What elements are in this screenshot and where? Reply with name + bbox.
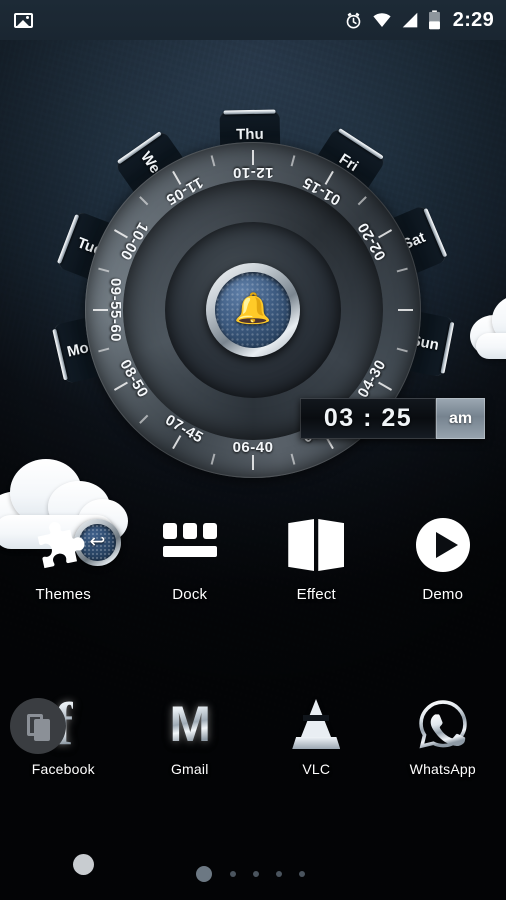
shortcut-effect[interactable]: Effect [253,512,380,603]
status-bar-right: 2:29 [344,9,494,32]
cloud-decoration-right [470,293,506,363]
page-dot[interactable] [299,871,305,877]
cell-signal-icon [402,12,418,27]
wifi-icon [373,13,391,28]
dial-mark-label: 12-10 [232,164,274,181]
page-dot[interactable] [253,871,259,877]
bell-button-face: 🔔 [215,272,291,348]
dock-app-label: VLC [302,761,331,777]
dock-app-whatsapp[interactable]: WhatsApp [380,693,506,777]
bell-icon: 🔔 [234,292,272,326]
shortcut-label: Demo [422,586,464,603]
alarm-time-panel[interactable]: 03 : 25 am [300,398,485,439]
status-bar-clock: 2:29 [452,8,494,31]
whatsapp-icon [408,693,478,755]
home-screen: 2:29 Mon Tue Wed Thu Fri Sat Sun 12-10 0… [0,0,506,900]
battery-icon [428,10,440,30]
effect-icon [281,512,351,578]
shortcut-themes[interactable]: Themes [0,512,127,603]
image-icon [14,12,33,28]
page-dot-active[interactable] [196,866,212,882]
dock-app-label: Gmail [170,761,209,777]
dock-app-label: WhatsApp [409,761,476,777]
overlap-squares-icon-front [34,719,50,741]
shortcut-label: Themes [35,586,91,603]
page-dot[interactable] [230,871,236,877]
gmail-icon: M [155,693,225,755]
alarm-clock-widget[interactable]: Mon Tue Wed Thu Fri Sat Sun 12-10 01-15 … [0,95,506,566]
gmail-glyph: M [169,696,211,752]
dial-mark-label: 06-40 [232,439,274,456]
dock-app-vlc[interactable]: VLC [253,693,380,777]
home-indicator[interactable] [73,854,94,875]
dock-icon [155,512,225,578]
alarm-meridiem-toggle[interactable]: am [436,398,485,439]
alarm-time-value[interactable]: 03 : 25 [300,398,436,439]
play-icon [408,512,478,578]
dock-app-gmail[interactable]: M Gmail [127,693,254,777]
vlc-icon [281,693,351,755]
shortcut-row: Themes Dock Effect Demo [0,512,506,603]
shortcut-label: Dock [172,586,208,603]
status-bar: 2:29 [0,0,506,40]
bell-button[interactable]: 🔔 [206,263,300,357]
dock-app-label: Facebook [31,761,95,777]
shortcut-label: Effect [296,586,336,603]
dock-row: f Facebook M Gmail VLC [0,693,506,777]
puzzle-icon [28,512,98,578]
page-dot[interactable] [276,871,282,877]
status-bar-left [14,12,344,28]
shortcut-demo[interactable]: Demo [380,512,506,603]
recents-button[interactable] [10,698,66,754]
page-indicator[interactable] [196,866,305,882]
alarm-dial[interactable]: Mon Tue Wed Thu Fri Sat Sun 12-10 01-15 … [52,110,455,510]
alarm-icon [346,12,361,28]
shortcut-dock[interactable]: Dock [127,512,254,603]
dial-mark-label: 09-55-60 [107,277,124,343]
